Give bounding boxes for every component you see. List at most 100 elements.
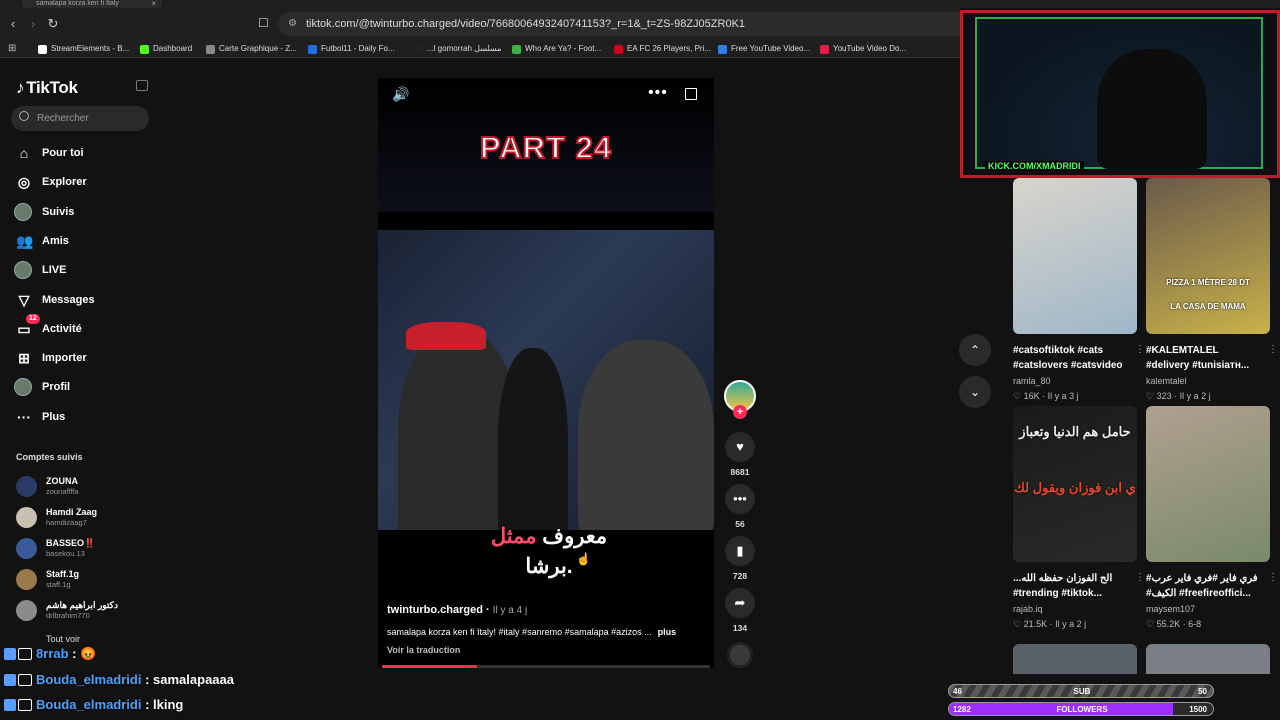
bookmark-item[interactable]: YouTube Video Do... (820, 42, 906, 56)
reload-icon[interactable]: ↻ (44, 16, 62, 32)
site-info-icon[interactable]: ⚙ (288, 12, 297, 36)
card-more-icon[interactable]: ⋮ (1268, 572, 1278, 583)
next-video-button[interactable]: ⌄ (959, 376, 991, 408)
save-action[interactable]: ▮ 728 (724, 536, 756, 581)
card-more-icon[interactable]: ⋮ (1135, 344, 1145, 355)
apps-icon[interactable]: ⊞ (8, 43, 16, 54)
red-cap (406, 322, 486, 350)
sidebar-item-importer[interactable]: ⊞ Importer (12, 346, 152, 370)
card-more-icon[interactable]: ⋮ (1135, 572, 1145, 583)
card-description: #delivery #tunisiaтн... (1146, 360, 1250, 371)
bookmark-item[interactable]: Who Are Ya? - Foot... (512, 42, 601, 56)
sidebar-item-explorer[interactable]: ◎ Explorer (12, 170, 152, 194)
share-action[interactable]: ➦ 134 (724, 588, 756, 633)
video-thumbnail[interactable]: حامل هم الدنيا وتعباز ي ابن فوزان ويقول ل… (1013, 406, 1137, 562)
bookmark-label: Who Are Ya? - Foot... (525, 44, 602, 53)
bookmark-label: Futbol11 - Daily Fo... (321, 44, 395, 53)
search-input[interactable] (37, 110, 142, 127)
recommended-thumb-partial[interactable] (1013, 644, 1137, 674)
followed-account[interactable]: Hamdi Zaag hamdizaag7 (16, 505, 156, 531)
heart-outline-icon: ♡ (1146, 619, 1157, 629)
like-action[interactable]: ♥ 8681 (724, 432, 756, 477)
card-description: ...الح الفوزان حفظه الله (1013, 573, 1113, 584)
volume-icon[interactable]: 🔊 (392, 86, 409, 103)
chat-message: 8rrab : 😡 (0, 643, 320, 665)
recommended-video-card[interactable]: حامل هم الدنيا وتعباز ي ابن فوزان ويقول ل… (1013, 406, 1145, 630)
sidebar-item-messages[interactable]: ▽ Messages (12, 288, 152, 312)
video-progress-bar[interactable] (382, 665, 710, 668)
sub-target: 50 (1198, 687, 1207, 696)
card-more-icon[interactable]: ⋮ (1268, 344, 1278, 355)
forward-icon[interactable]: › (24, 16, 42, 31)
recommended-thumb-partial[interactable] (1146, 644, 1270, 674)
bookmark-label: StreamElements - B... (51, 44, 130, 53)
back-icon[interactable]: ‹ (4, 16, 22, 31)
sidebar-item-amis[interactable]: 👥 Amis (12, 229, 152, 253)
translate-link[interactable]: Voir la traduction (387, 645, 460, 655)
followed-account[interactable]: BASSEO‼️ basekou.13 (16, 536, 156, 562)
share-icon[interactable]: ➦ (725, 588, 755, 618)
sidebar-item-profil[interactable]: Profil (12, 375, 152, 399)
account-name: Staff.1g (46, 569, 80, 579)
bookmark-item[interactable]: Carte Graphique - Z... (206, 42, 297, 56)
more-link[interactable]: plus (658, 627, 677, 637)
heart-icon[interactable]: ♥ (725, 432, 755, 462)
address-bar[interactable]: ⚙ tiktok.com/@twinturbo.charged/video/76… (278, 12, 968, 36)
comment-count: 56 (735, 519, 745, 529)
card-meta: ♡ 21.5K · Il y a 2 j (1013, 619, 1137, 630)
streamer (1097, 49, 1207, 169)
recommended-video-card[interactable]: #catsoftiktok #cats #catslovers #catsvide… (1013, 178, 1145, 402)
nav-label: LIVE (42, 264, 67, 277)
bookmark-item[interactable]: Dashboard (140, 42, 192, 56)
comment-action[interactable]: ••• 56 (724, 484, 756, 529)
video-author[interactable]: twinturbo.charged · Il y a 4 j (387, 604, 527, 616)
sidebar-item-plus[interactable]: ··· Plus (12, 405, 152, 429)
previous-video-button[interactable]: ⌃ (959, 334, 991, 366)
card-username[interactable]: kalemtalel (1146, 376, 1270, 386)
follow-plus-icon[interactable]: + (733, 405, 747, 419)
video-thumbnail[interactable] (1013, 178, 1137, 334)
card-username[interactable]: rajab.iq (1013, 604, 1137, 614)
bookmark-item[interactable]: Free YouTube Video... (718, 42, 810, 56)
video-thumbnail[interactable] (1146, 406, 1270, 562)
author-name[interactable]: twinturbo.charged (387, 604, 483, 616)
webcam-overlay: KICK.COM/XMADRIDI (960, 10, 1280, 178)
more-options-icon[interactable]: ••• (648, 84, 668, 102)
card-username[interactable]: ramla_80 (1013, 376, 1137, 386)
followed-account[interactable]: ZOUNA zounaffffa (16, 474, 156, 500)
nav-label: Messages (42, 293, 95, 306)
sidebar-item-suivis[interactable]: Suivis (12, 200, 152, 224)
browser-tab[interactable]: samalapa korza ken fi Italy × (22, 0, 162, 8)
bookmark-icon[interactable]: ☐ (258, 16, 269, 30)
music-disc-icon[interactable] (727, 642, 753, 668)
recommended-video-card[interactable]: #فري فاير #فري فاير عرب #الكيف #freefireo… (1146, 406, 1278, 630)
separator: · (1171, 391, 1180, 401)
webcam-text: KICK.COM/XMADRIDI (985, 161, 1084, 171)
bookmark-item[interactable]: ...l gomorrah مسلسل (414, 42, 501, 56)
sidebar-item-live[interactable]: LIVE (12, 258, 152, 282)
tiktok-logo[interactable]: ♪ TikTok (16, 78, 78, 98)
sidebar-item-pourtoi[interactable]: ⌂ Pour toi (12, 141, 152, 165)
thumbnail-text: PIZZA 1 MÈTRE 28 DT (1166, 278, 1250, 287)
bookmark-item[interactable]: StreamElements - B... (38, 42, 129, 56)
comment-icon[interactable]: ••• (725, 484, 755, 514)
collapse-sidebar-icon[interactable] (136, 80, 148, 91)
followed-account[interactable]: دكتور ابراهيم هاشم drlbrahim770 (16, 598, 156, 624)
followed-account[interactable]: Staff.1g staff.1g (16, 567, 156, 593)
video-thumbnail[interactable]: PIZZA 1 MÈTRE 28 DT LA CASA DE MAMA (1146, 178, 1270, 334)
sidebar-item-activit[interactable]: ▭ 12 Activité (12, 313, 152, 341)
bookmark-favicon-icon (614, 45, 623, 54)
tab-title: samalapa korza ken fi Italy (36, 0, 119, 7)
recommended-video-card[interactable]: PIZZA 1 MÈTRE 28 DT LA CASA DE MAMA #KALEM… (1146, 178, 1278, 402)
card-description-block: #فري فاير #فري فاير عرب #الكيف #freefireo… (1146, 571, 1270, 601)
account-username: hamdizaag7 (46, 518, 87, 527)
search-box[interactable] (11, 106, 149, 131)
card-username[interactable]: maysem107 (1146, 604, 1270, 614)
bookmark-item[interactable]: Futbol11 - Daily Fo... (308, 42, 395, 56)
chat-message: Bouda_elmadridi : samalapaaaa (0, 669, 320, 691)
fullscreen-icon[interactable] (685, 88, 697, 100)
avatar (16, 569, 37, 590)
bookmark-item[interactable]: EA FC 26 Players, Pri... (614, 42, 711, 56)
bookmark-save-icon[interactable]: ▮ (725, 536, 755, 566)
close-tab-icon[interactable]: × (151, 0, 156, 8)
